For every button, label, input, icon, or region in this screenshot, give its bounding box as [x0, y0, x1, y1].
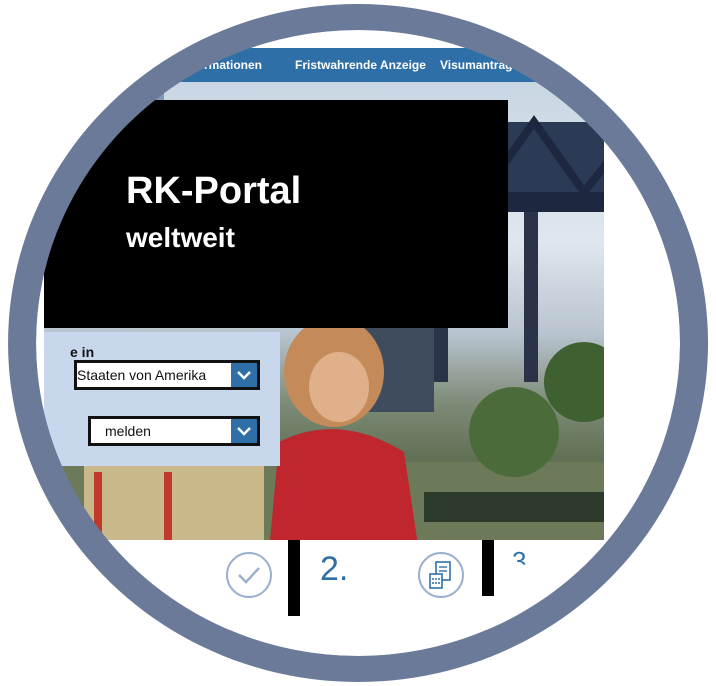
country-select-toggle[interactable] — [231, 363, 257, 387]
step-3-number: 3 — [512, 546, 527, 576]
hero-banner — [44, 100, 508, 328]
step-3-icon-circle — [418, 552, 464, 598]
nav-item-visumantrag[interactable]: Visumantrag — [440, 48, 512, 82]
calculator-document-icon — [429, 561, 451, 589]
nav-item-fristwahrende-anzeige[interactable]: Fristwahrende Anzeige — [295, 48, 426, 82]
service-select-value: melden — [105, 423, 151, 439]
chevron-down-icon — [237, 427, 251, 436]
check-icon — [238, 567, 260, 584]
top-navigation: rmationen Fristwahrende Anzeige Visumant… — [44, 48, 604, 82]
chevron-down-icon — [237, 371, 251, 380]
country-label: e in — [70, 344, 95, 360]
nav-item-informationen[interactable]: rmationen — [204, 48, 262, 82]
country-select[interactable]: Staaten von Amerika — [74, 360, 260, 390]
step-1-complete — [226, 552, 272, 598]
service-select[interactable]: melden — [88, 416, 260, 446]
progress-steps: 2. 3 — [44, 540, 604, 630]
step-divider — [288, 540, 300, 616]
hero-subtitle: weltweit — [126, 222, 235, 253]
location-form-panel: e in Staaten von Amerika melden — [44, 332, 280, 466]
step-divider — [482, 540, 494, 596]
country-select-value: Staaten von Amerika — [77, 367, 207, 383]
hero-title: RK-Portal — [126, 170, 302, 212]
step-2-number: 2. — [320, 550, 349, 588]
service-select-toggle[interactable] — [231, 419, 257, 443]
app-frame: rmationen Fristwahrende Anzeige Visumant… — [0, 0, 716, 686]
